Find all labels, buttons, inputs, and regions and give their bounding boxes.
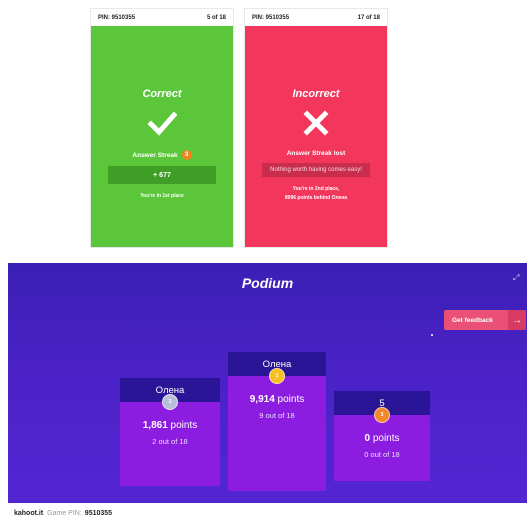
points-value: 9,914 bbox=[249, 394, 275, 405]
checkmark-icon bbox=[147, 111, 177, 136]
streak-label: Answer Streak bbox=[132, 151, 178, 159]
encouragement-message: Nothing worth having comes easy! bbox=[262, 163, 370, 177]
player-points: 1,861 points bbox=[143, 420, 198, 431]
result-title: Incorrect bbox=[292, 88, 340, 100]
kahoot-logo: kahoot.it bbox=[14, 509, 44, 517]
podium-block-second: 2 1,861 points 2 out of 18 bbox=[120, 394, 220, 486]
result-title: Correct bbox=[142, 88, 182, 100]
podium-block-third: 3 0 points 0 out of 18 bbox=[334, 407, 430, 481]
cross-icon bbox=[303, 110, 329, 136]
place-text: You're in 2nd place, 8996 points behind … bbox=[285, 185, 347, 203]
phone-correct-screen: PIN: 9510355 5 of 18 Correct Answer Stre… bbox=[90, 8, 234, 248]
points-unit: points bbox=[274, 394, 305, 405]
phone-incorrect-screen: PIN: 9510355 17 of 18 Incorrect Answer S… bbox=[244, 8, 388, 248]
player-points: 0 points bbox=[364, 433, 399, 444]
podium-screen: Podium ⤢ Get feedback → Олена 2 1,861 po… bbox=[8, 263, 527, 523]
pin-label: PIN: 9510355 bbox=[98, 14, 136, 21]
answer-streak: Answer Streak 3 bbox=[132, 150, 192, 160]
streak-badge: 3 bbox=[181, 150, 192, 160]
correct-result-panel: Correct Answer Streak 3 + 677 You're in … bbox=[91, 26, 233, 247]
answer-streak: Answer Streak lost bbox=[287, 150, 346, 157]
points-behind-line: 8996 points behind Олена bbox=[284, 195, 348, 201]
medal-gold-icon: 1 bbox=[269, 368, 285, 384]
streak-label: Answer Streak lost bbox=[286, 150, 346, 157]
phone-header: PIN: 9510355 5 of 18 bbox=[91, 9, 233, 26]
medal-bronze-icon: 3 bbox=[374, 407, 390, 423]
arrow-right-icon: → bbox=[508, 310, 526, 330]
fullscreen-icon[interactable]: ⤢ bbox=[513, 273, 521, 282]
place-text: You're in 1st place bbox=[140, 193, 184, 199]
medal-silver-icon: 2 bbox=[162, 394, 178, 410]
get-feedback-label: Get feedback bbox=[452, 316, 493, 324]
correct-answers: 0 out of 18 bbox=[364, 450, 400, 459]
points-value: 1,861 bbox=[142, 420, 168, 431]
incorrect-result-panel: Incorrect Answer Streak lost Nothing wor… bbox=[245, 26, 387, 247]
podium-block-first: 1 9,914 points 9 out of 18 bbox=[228, 368, 326, 491]
place-line: You're in 2nd place, bbox=[292, 186, 340, 192]
game-pin-value: 9510355 bbox=[84, 509, 113, 517]
player-points: 9,914 points bbox=[250, 394, 305, 405]
question-progress: 5 of 18 bbox=[206, 14, 226, 21]
points-unit: points bbox=[370, 433, 400, 444]
get-feedback-button[interactable]: Get feedback → bbox=[444, 310, 526, 330]
game-pin-label: Game PIN: bbox=[47, 509, 82, 517]
footer-bar: kahoot.it Game PIN: 9510355 bbox=[8, 503, 527, 523]
pin-label: PIN: 9510355 bbox=[252, 14, 290, 21]
correct-answers: 2 out of 18 bbox=[152, 437, 188, 446]
correct-answers: 9 out of 18 bbox=[259, 411, 295, 420]
points-earned: + 677 bbox=[108, 166, 216, 184]
question-progress: 17 of 18 bbox=[357, 14, 380, 21]
points-unit: points bbox=[167, 420, 198, 431]
sparkle-dot bbox=[431, 334, 433, 336]
phone-header: PIN: 9510355 17 of 18 bbox=[245, 9, 387, 26]
podium-title: Podium bbox=[241, 275, 294, 291]
